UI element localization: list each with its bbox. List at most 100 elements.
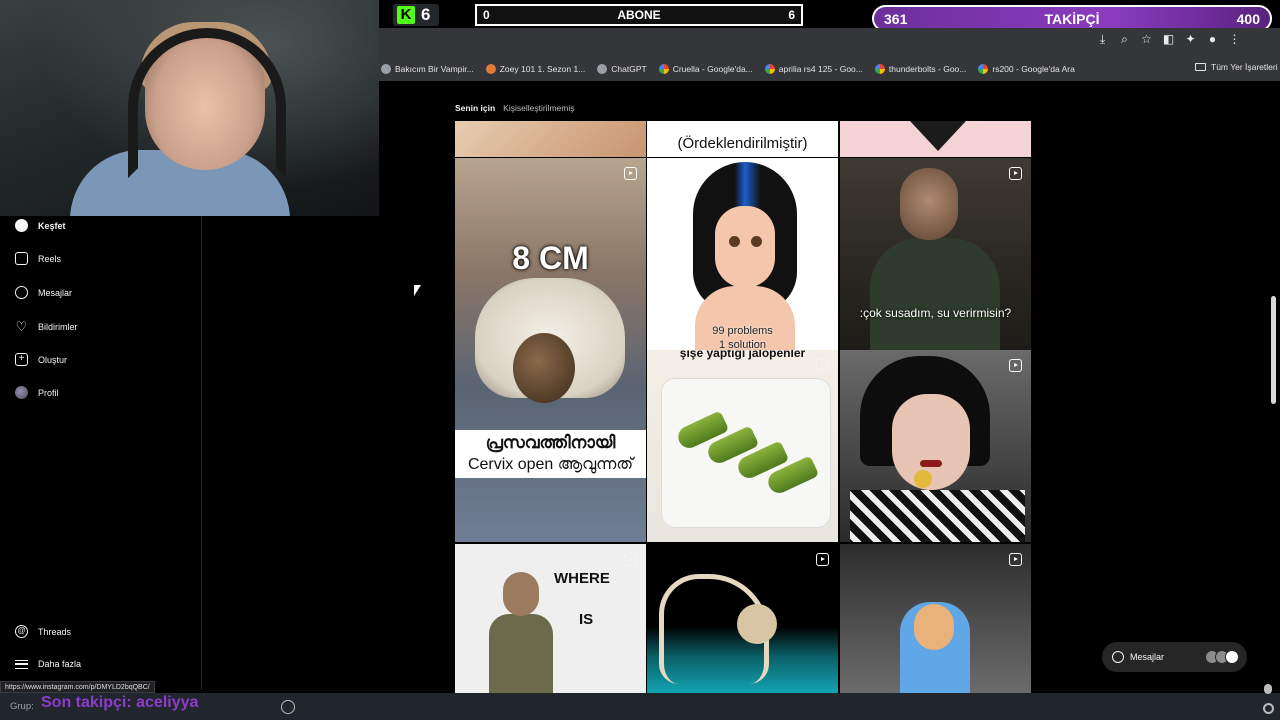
- messages-floating-button[interactable]: Mesajlar: [1102, 642, 1247, 672]
- reel-icon: [624, 167, 637, 180]
- explore-reel-tile[interactable]: WHERE IS: [455, 544, 646, 694]
- bookmark-item[interactable]: Cruella - Google'da...: [658, 63, 753, 74]
- all-bookmarks-button[interactable]: Tüm Yer İşaretleri: [1195, 62, 1278, 72]
- sidebar-item-olustur[interactable]: + Oluştur: [15, 353, 67, 366]
- post-overlay-text: 8 CM: [512, 240, 589, 276]
- post-overlay-text: WHERE: [554, 570, 610, 587]
- reel-icon: [624, 553, 637, 566]
- message-avatars: [1205, 650, 1239, 664]
- zoom-icon[interactable]: ⌕: [1118, 33, 1131, 46]
- bookmark-favicon-icon: [485, 63, 496, 74]
- sidebar-item-threads[interactable]: @ Threads: [15, 625, 71, 638]
- post-caption: പ്രസവത്തിനായി Cervix open ആവുന്നത്: [455, 430, 646, 478]
- page-scrollbar[interactable]: [1271, 296, 1276, 404]
- menu-icon: [15, 659, 28, 669]
- sidebar-item-label: Threads: [38, 626, 72, 637]
- bookmark-item[interactable]: Zoey 101 1. Sezon 1...: [485, 63, 585, 74]
- sidebar-item-reels[interactable]: Reels: [15, 252, 61, 265]
- google-favicon-icon: [978, 63, 989, 74]
- bookmark-favicon-icon: [381, 63, 391, 74]
- tab-non-personalized[interactable]: Kişiselleştirilmemiş: [503, 103, 574, 113]
- sidebar-item-label: Bildirimler: [38, 321, 78, 332]
- puzzle-icon[interactable]: ✦: [1184, 33, 1197, 46]
- explore-post-tile[interactable]: [840, 121, 1031, 157]
- kick-count: 6: [421, 5, 431, 24]
- kebab-menu-icon[interactable]: ⋮: [1228, 33, 1241, 46]
- reels-icon: [15, 252, 28, 265]
- chatgpt-favicon-icon: [597, 63, 608, 74]
- explore-feed-tabs: Senin için Kişiselleştirilmemiş: [455, 103, 574, 113]
- browser-tool-icons: ⤓ ⌕ ☆ ◧ ✦ ● ⋮: [1096, 33, 1241, 46]
- sidebar-item-kesfet[interactable]: Keşfet: [15, 219, 66, 232]
- post-overlay-text: 99 problems 1 solution: [712, 325, 773, 350]
- bookmarks-bar: Bakıcım Bir Vampir... Zoey 101 1. Sezon …: [379, 56, 1280, 81]
- explore-post-tile[interactable]: (Ördeklendirilmiştir): [647, 121, 838, 157]
- plus-icon: +: [15, 353, 28, 366]
- explore-reel-tile[interactable]: [647, 544, 838, 694]
- reel-icon: [816, 553, 829, 566]
- abone-current: 0: [483, 8, 490, 22]
- explore-reel-tile[interactable]: [840, 544, 1031, 694]
- link-status-url: https://www.instagram.com/p/DMYLD2bqQBC/: [0, 681, 155, 693]
- sidebar-item-label: Daha fazla: [38, 659, 82, 669]
- install-icon[interactable]: ⤓: [1096, 33, 1109, 46]
- post-overlay-text: şişe yaptığı jalopeñler: [679, 350, 806, 360]
- bookmark-item[interactable]: rs200 - Google'da Ara: [978, 63, 1075, 74]
- threads-icon: @: [15, 625, 28, 638]
- messages-label: Mesajlar: [1130, 652, 1165, 662]
- webcam-overlay: [0, 0, 379, 216]
- mic-icon[interactable]: [1264, 684, 1272, 694]
- star-icon[interactable]: ☆: [1140, 33, 1153, 46]
- sidebar-item-bildirimler[interactable]: ♡ Bildirimler: [15, 320, 78, 333]
- sidebar-item-profil[interactable]: Profil: [15, 386, 59, 399]
- sidebar-item-more[interactable]: Daha fazla: [15, 659, 81, 669]
- group-label: Grup:: [10, 701, 34, 712]
- bookmark-item[interactable]: ChatGPT: [597, 63, 647, 74]
- extension-icon[interactable]: ◧: [1162, 33, 1175, 46]
- sidebar-item-label: Mesajlar: [38, 287, 73, 298]
- google-favicon-icon: [658, 63, 669, 74]
- tab-for-you[interactable]: Senin için: [455, 103, 495, 113]
- avatar-icon: [15, 386, 28, 399]
- sidebar-item-label: Keşfet: [38, 220, 66, 231]
- gear-icon[interactable]: [1263, 703, 1274, 714]
- sidebar-divider: [201, 216, 202, 690]
- sidebar-item-label: Oluştur: [38, 354, 68, 365]
- explore-reel-tile[interactable]: [840, 350, 1031, 542]
- abone-goal: 6: [788, 8, 795, 22]
- explore-reel-tile[interactable]: şişe yaptığı jalopeñler: [647, 350, 838, 542]
- reel-icon: [1009, 359, 1022, 372]
- messenger-icon: [15, 286, 28, 299]
- heart-icon: ♡: [15, 319, 28, 334]
- explore-reel-tile[interactable]: :çok susadım, su verirmisin?: [840, 158, 1031, 350]
- profile-icon[interactable]: ●: [1206, 33, 1219, 46]
- sidebar-item-label: Reels: [38, 253, 62, 264]
- reel-icon: [1009, 167, 1022, 180]
- reel-icon: [816, 167, 829, 180]
- sidebar-item-mesajlar[interactable]: Mesajlar: [15, 286, 72, 299]
- post-overlay-text: IS: [579, 611, 594, 628]
- post-caption: (Ördeklendirilmiştir): [677, 135, 808, 152]
- last-follower-text: Son takipçi: aceliyya: [41, 694, 199, 711]
- sidebar-item-label: Profil: [38, 387, 59, 398]
- reel-icon: [816, 359, 829, 372]
- explore-post-tile[interactable]: [455, 121, 646, 157]
- google-favicon-icon: [764, 63, 775, 74]
- bookmark-item[interactable]: thunderbolts - Goo...: [874, 63, 966, 74]
- spinner-icon: [281, 700, 295, 714]
- subscriber-goal-bar: 0 ABONE 6: [475, 4, 803, 26]
- takipci-current: 361: [884, 10, 908, 27]
- post-subtitle: :çok susadım, su verirmisin?: [859, 306, 1012, 320]
- mouse-cursor-icon: [414, 285, 421, 296]
- reel-icon: [1009, 553, 1022, 566]
- folder-icon: [1195, 63, 1206, 71]
- explore-reel-tile[interactable]: 99 problems 1 solution: [647, 158, 838, 350]
- explore-reel-tile[interactable]: 8 CM പ്രസവത്തിനായി Cervix open ആവുന്നത്: [455, 158, 646, 542]
- takipci-goal: 400: [1236, 10, 1260, 27]
- messenger-icon: [1112, 651, 1124, 663]
- takipci-label: TAKİPÇİ: [1044, 10, 1100, 27]
- bookmark-item[interactable]: Bakıcım Bir Vampir...: [381, 63, 474, 74]
- compass-icon: [15, 219, 28, 232]
- bookmark-item[interactable]: aprilia rs4 125 - Goo...: [764, 63, 863, 74]
- kick-viewer-badge: K 6: [393, 4, 439, 26]
